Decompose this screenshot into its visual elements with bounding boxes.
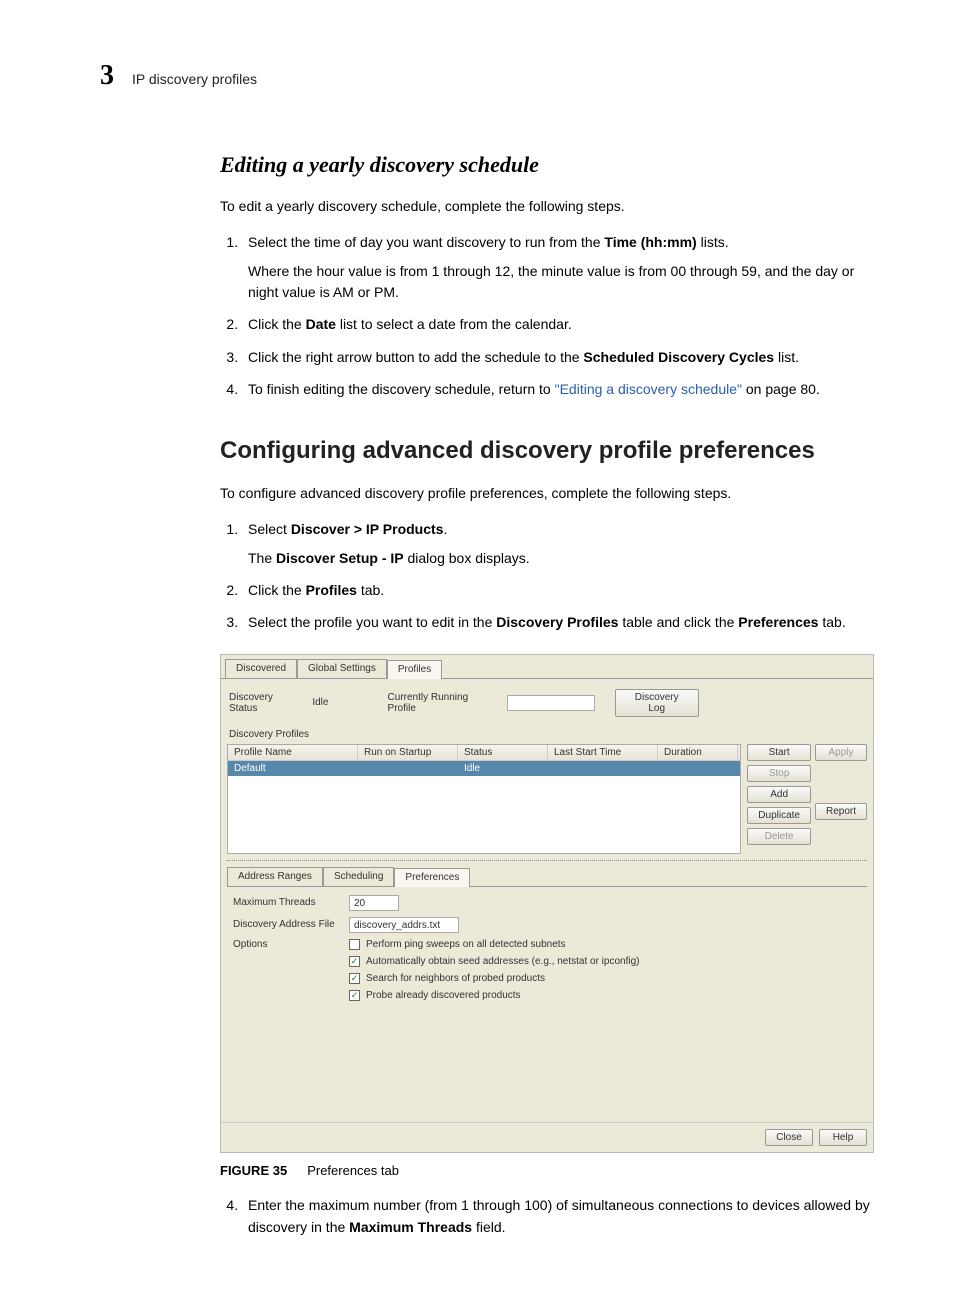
tab-scheduling[interactable]: Scheduling (323, 867, 394, 886)
tab-address-ranges[interactable]: Address Ranges (227, 867, 323, 886)
text: list. (774, 349, 799, 365)
text: Click the right arrow button to add the … (248, 349, 583, 365)
date-label: Date (306, 316, 336, 332)
table-row[interactable]: Default Idle (228, 761, 740, 776)
col-duration[interactable]: Duration (658, 745, 738, 760)
delete-button: Delete (747, 828, 811, 845)
text: Select (248, 521, 291, 537)
s2-step4: Enter the maximum number (from 1 through… (242, 1194, 874, 1239)
max-threads-field-name: Maximum Threads (349, 1219, 472, 1235)
figure-label: FIGURE 35 (220, 1163, 287, 1178)
text: Select the time of day you want discover… (248, 234, 604, 250)
text: on page 80. (742, 381, 820, 397)
addr-file-label: Discovery Address File (233, 919, 341, 930)
max-threads-field[interactable]: 20 (349, 895, 399, 911)
s1-step1: Select the time of day you want discover… (242, 231, 874, 303)
discovery-profiles-table: Discovery Profiles (496, 614, 618, 630)
text: field. (472, 1219, 505, 1235)
chk-probe-discovered[interactable]: ✓ (349, 990, 360, 1001)
s1-step4: To finish editing the discovery schedule… (242, 378, 874, 400)
chapter-number: 3 (100, 60, 114, 92)
text: Select the profile you want to edit in t… (248, 614, 496, 630)
s2-step3: Select the profile you want to edit in t… (242, 611, 874, 633)
cell-dur (658, 761, 738, 776)
cycles-label: Scheduled Discovery Cycles (583, 349, 774, 365)
chk-neighbors-label: Search for neighbors of probed products (366, 973, 545, 984)
text: list to select a date from the calendar. (336, 316, 572, 332)
text: table and click the (618, 614, 738, 630)
text: Click the (248, 582, 306, 598)
discovery-status-label: Discovery Status (229, 692, 302, 714)
tab-discovered[interactable]: Discovered (225, 659, 297, 678)
stop-button: Stop (747, 765, 811, 782)
discovery-profiles-table[interactable]: Profile Name Run on Startup Status Last … (227, 744, 741, 854)
report-button[interactable]: Report (815, 803, 867, 820)
editing-schedule-link[interactable]: "Editing a discovery schedule" (555, 381, 742, 397)
s1-step3: Click the right arrow button to add the … (242, 346, 874, 368)
s1-step2: Click the Date list to select a date fro… (242, 313, 874, 335)
chk-seed-addresses[interactable]: ✓ (349, 956, 360, 967)
chk-probe-discovered-label: Probe already discovered products (366, 990, 521, 1001)
col-status[interactable]: Status (458, 745, 548, 760)
text: . (443, 521, 447, 537)
chk-seed-addresses-label: Automatically obtain seed addresses (e.g… (366, 956, 639, 967)
max-threads-label: Maximum Threads (233, 897, 341, 908)
duplicate-button[interactable]: Duplicate (747, 807, 811, 824)
close-button[interactable]: Close (765, 1129, 813, 1146)
cell-last (548, 761, 658, 776)
chk-ping-sweeps[interactable] (349, 939, 360, 950)
options-label: Options (233, 939, 341, 950)
s2-step2: Click the Profiles tab. (242, 579, 874, 601)
time-lists-label: Time (hh:mm) (604, 234, 696, 250)
section2-intro: To configure advanced discovery profile … (220, 483, 874, 504)
discovery-log-button[interactable]: Discovery Log (615, 689, 699, 717)
tab-profiles[interactable]: Profiles (387, 660, 442, 679)
help-button[interactable]: Help (819, 1129, 867, 1146)
cell-status: Idle (458, 761, 548, 776)
step1-detail: The Discover Setup - IP dialog box displ… (248, 548, 874, 569)
profiles-tab: Profiles (306, 582, 357, 598)
dialog-name: Discover Setup - IP (276, 550, 404, 566)
col-run-startup[interactable]: Run on Startup (358, 745, 458, 760)
col-profile-name[interactable]: Profile Name (228, 745, 358, 760)
text: Enter the maximum number (from 1 through… (248, 1197, 870, 1235)
apply-button: Apply (815, 744, 867, 761)
text: To finish editing the discovery schedule… (248, 381, 555, 397)
discovery-status-value: Idle (312, 697, 328, 708)
figure-text: Preferences tab (307, 1163, 399, 1178)
running-profile-label: Currently Running Profile (388, 692, 497, 714)
cell-run (358, 761, 458, 776)
section1-heading: Editing a yearly discovery schedule (220, 152, 874, 178)
start-button[interactable]: Start (747, 744, 811, 761)
section1-intro: To edit a yearly discovery schedule, com… (220, 196, 874, 217)
chk-neighbors[interactable]: ✓ (349, 973, 360, 984)
figure-caption: FIGURE 35 Preferences tab (220, 1163, 874, 1178)
s2-step1: Select Discover > IP Products. The Disco… (242, 518, 874, 569)
discover-setup-dialog: Discovered Global Settings Profiles Disc… (220, 654, 874, 1153)
profiles-group-label: Discovery Profiles (227, 725, 867, 744)
tab-preferences[interactable]: Preferences (394, 868, 470, 887)
col-last-start[interactable]: Last Start Time (548, 745, 658, 760)
text: tab. (818, 614, 845, 630)
running-profile-field (507, 695, 595, 711)
cell-name: Default (228, 761, 358, 776)
chk-ping-sweeps-label: Perform ping sweeps on all detected subn… (366, 939, 566, 950)
step1-detail: Where the hour value is from 1 through 1… (248, 261, 874, 303)
add-button[interactable]: Add (747, 786, 811, 803)
text: The (248, 550, 276, 566)
text: Click the (248, 316, 306, 332)
tab-global-settings[interactable]: Global Settings (297, 659, 387, 678)
menu-path: Discover > IP Products (291, 521, 444, 537)
text: dialog box displays. (404, 550, 530, 566)
text: tab. (357, 582, 384, 598)
running-title: IP discovery profiles (132, 71, 257, 87)
addr-file-field[interactable]: discovery_addrs.txt (349, 917, 459, 933)
section2-heading: Configuring advanced discovery profile p… (220, 437, 874, 465)
text: lists. (697, 234, 729, 250)
preferences-tab: Preferences (738, 614, 818, 630)
